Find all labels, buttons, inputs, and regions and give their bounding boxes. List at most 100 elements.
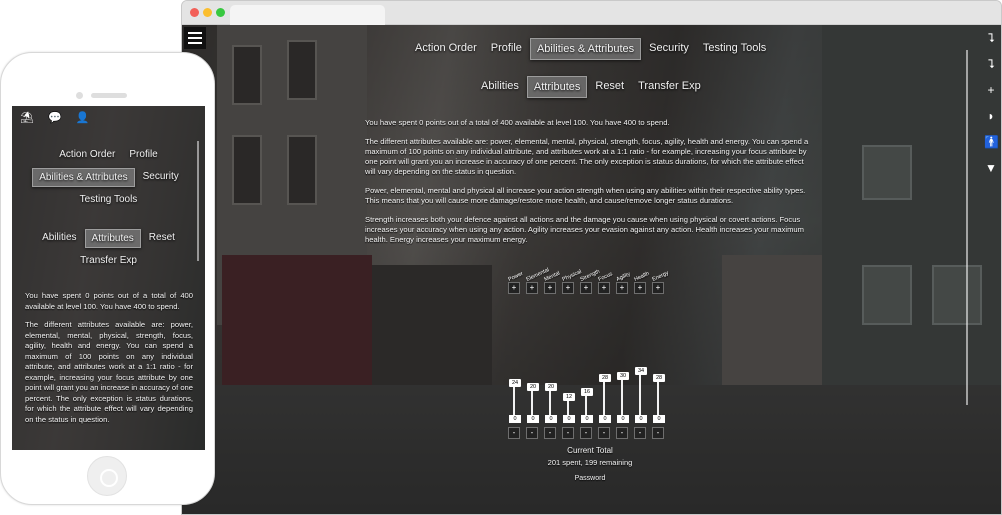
attribute-labels: Power Elemental Mental Physical Strength Focu… — [507, 265, 678, 283]
nav-profile[interactable]: Profile — [485, 38, 528, 60]
attribute-spent-power: 0 — [509, 415, 521, 423]
phone-home-button[interactable] — [87, 456, 127, 496]
increase-agility-button[interactable]: + — [616, 282, 628, 294]
secondary-nav: Abilities Attributes Reset Transfer Exp — [475, 76, 707, 98]
mobile-attributes-explanation: The different attributes available are: … — [25, 320, 194, 424]
attribute-bar-power — [513, 387, 515, 415]
right-toolbar: ⮧ ⮧ + ◗ 🚹 ▼ — [984, 31, 999, 187]
mobile-phone-mockup: ⛱ 💬 👤 Action Order Profile Abilities & A… — [0, 52, 215, 505]
attribute-spent-energy: 0 — [653, 415, 665, 423]
mobile-nav-profile[interactable]: Profile — [123, 146, 163, 163]
chat-icon[interactable]: 💬 — [48, 112, 62, 124]
hamburger-menu-icon[interactable] — [184, 27, 206, 49]
attribute-value-energy: 28 — [653, 374, 665, 382]
nav-abilities-attributes[interactable]: Abilities & Attributes — [529, 38, 642, 60]
mobile-nav-security[interactable]: Security — [137, 168, 185, 187]
beach-umbrella-icon[interactable]: ⛱ — [20, 112, 34, 124]
attribute-value-strength: 16 — [581, 388, 593, 396]
attribute-value-mental: 20 — [545, 383, 557, 391]
increase-physical-button[interactable]: + — [562, 282, 574, 294]
browser-tab[interactable] — [230, 5, 385, 25]
decrease-physical-button[interactable]: - — [562, 427, 574, 439]
bag-icon[interactable]: ◗ — [984, 109, 998, 123]
mobile-nav-row-2: Abilities & Attributes Security — [12, 168, 205, 187]
mobile-tab-attributes[interactable]: Attributes — [84, 229, 141, 248]
attribute-bar-focus — [603, 382, 605, 415]
nav-action-order[interactable]: Action Order — [409, 38, 483, 60]
mobile-tab-transfer-exp[interactable]: Transfer Exp — [74, 252, 143, 269]
increase-buttons: + + + + + + + + + — [508, 282, 664, 294]
tab-attributes[interactable]: Attributes — [526, 76, 588, 98]
password-label: Password — [574, 475, 606, 482]
increase-elemental-button[interactable]: + — [526, 282, 538, 294]
map-pin-icon[interactable]: ▼ — [984, 161, 998, 175]
mobile-nav-row-3: Testing Tools — [12, 191, 205, 208]
attribute-bar-health — [639, 375, 641, 415]
mobile-tab-abilities[interactable]: Abilities — [36, 229, 82, 248]
increase-mental-button[interactable]: + — [544, 282, 556, 294]
attributes-description: You have spent 0 points out of a total o… — [365, 118, 810, 254]
game-viewport: Action Order Profile Abilities & Attribu… — [182, 25, 1001, 514]
tab-transfer-exp[interactable]: Transfer Exp — [632, 76, 707, 98]
plus-icon[interactable]: + — [984, 83, 998, 97]
minimize-window-dot[interactable] — [203, 8, 212, 17]
increase-health-button[interactable]: + — [634, 282, 646, 294]
attribute-value-physical: 12 — [563, 393, 575, 401]
current-total-label: Current Total — [567, 446, 613, 455]
spent-remaining-text: 201 spent, 199 remaining — [547, 458, 633, 467]
decrease-power-button[interactable]: - — [508, 427, 520, 439]
tab-reset[interactable]: Reset — [589, 76, 630, 98]
secondary-attributes-explanation: Strength increases both your defence aga… — [365, 215, 804, 244]
decrease-mental-button[interactable]: - — [544, 427, 556, 439]
attribute-bar-strength — [585, 396, 587, 415]
user-icon[interactable]: 👤 — [76, 112, 90, 124]
scrollbar[interactable] — [966, 50, 968, 405]
mobile-nav-abilities-attributes[interactable]: Abilities & Attributes — [32, 168, 135, 187]
decrease-buttons: --------- — [508, 427, 664, 439]
close-window-dot[interactable] — [190, 8, 199, 17]
mobile-nav-action-order[interactable]: Action Order — [53, 146, 121, 163]
increase-energy-button[interactable]: + — [652, 282, 664, 294]
attribute-spent-strength: 0 — [581, 415, 593, 423]
tab-abilities[interactable]: Abilities — [475, 76, 525, 98]
person-icon[interactable]: 🚹 — [984, 135, 999, 149]
totals-panel: Current Total 201 spent, 199 remaining P… — [508, 446, 672, 482]
attributes-explanation: The different attributes available are: … — [365, 137, 809, 176]
mobile-tab-reset[interactable]: Reset — [143, 229, 181, 248]
maximize-window-dot[interactable] — [216, 8, 225, 17]
attribute-spent-health: 0 — [635, 415, 647, 423]
desktop-browser-window: Action Order Profile Abilities & Attribu… — [181, 0, 1002, 515]
attribute-bar-elemental — [531, 391, 533, 415]
nav-testing-tools[interactable]: Testing Tools — [697, 38, 772, 60]
increase-strength-button[interactable]: + — [580, 282, 592, 294]
browser-chrome — [182, 1, 1001, 25]
mobile-points-summary: You have spent 0 points out of a total o… — [25, 291, 193, 311]
decrease-health-button[interactable]: - — [634, 427, 646, 439]
attribute-spent-focus: 0 — [599, 415, 611, 423]
mobile-nav-testing-tools[interactable]: Testing Tools — [74, 191, 144, 208]
attribute-bar-physical — [567, 401, 569, 415]
exit-alt-icon[interactable]: ⮧ — [984, 57, 998, 71]
nav-security[interactable]: Security — [643, 38, 695, 60]
decrease-agility-button[interactable]: - — [616, 427, 628, 439]
attribute-spent-physical: 0 — [563, 415, 575, 423]
mobile-nav-row-1: Action Order Profile — [12, 146, 205, 163]
attribute-label-physical: Physical — [561, 268, 583, 283]
mobile-subnav-row-1: Abilities Attributes Reset — [12, 229, 205, 248]
decrease-energy-button[interactable]: - — [652, 427, 664, 439]
attribute-value-agility: 30 — [617, 372, 629, 380]
increase-focus-button[interactable]: + — [598, 282, 610, 294]
exit-icon[interactable]: ⮧ — [984, 31, 998, 45]
increase-power-button[interactable]: + — [508, 282, 520, 294]
phone-camera — [76, 92, 83, 99]
attribute-spent-elemental: 0 — [527, 415, 539, 423]
decrease-elemental-button[interactable]: - — [526, 427, 538, 439]
phone-speaker — [91, 93, 127, 98]
attribute-bar-chart: 24 0 20 0 20 0 12 0 16 0 28 0 30 0 34 0 28 0 — [508, 367, 670, 423]
mobile-screen: ⛱ 💬 👤 Action Order Profile Abilities & A… — [12, 106, 205, 450]
decrease-strength-button[interactable]: - — [580, 427, 592, 439]
attribute-label-strength: Strength — [579, 268, 601, 283]
points-summary: You have spent 0 points out of a total o… — [365, 118, 670, 127]
decrease-focus-button[interactable]: - — [598, 427, 610, 439]
primary-nav: Action Order Profile Abilities & Attribu… — [409, 38, 772, 60]
